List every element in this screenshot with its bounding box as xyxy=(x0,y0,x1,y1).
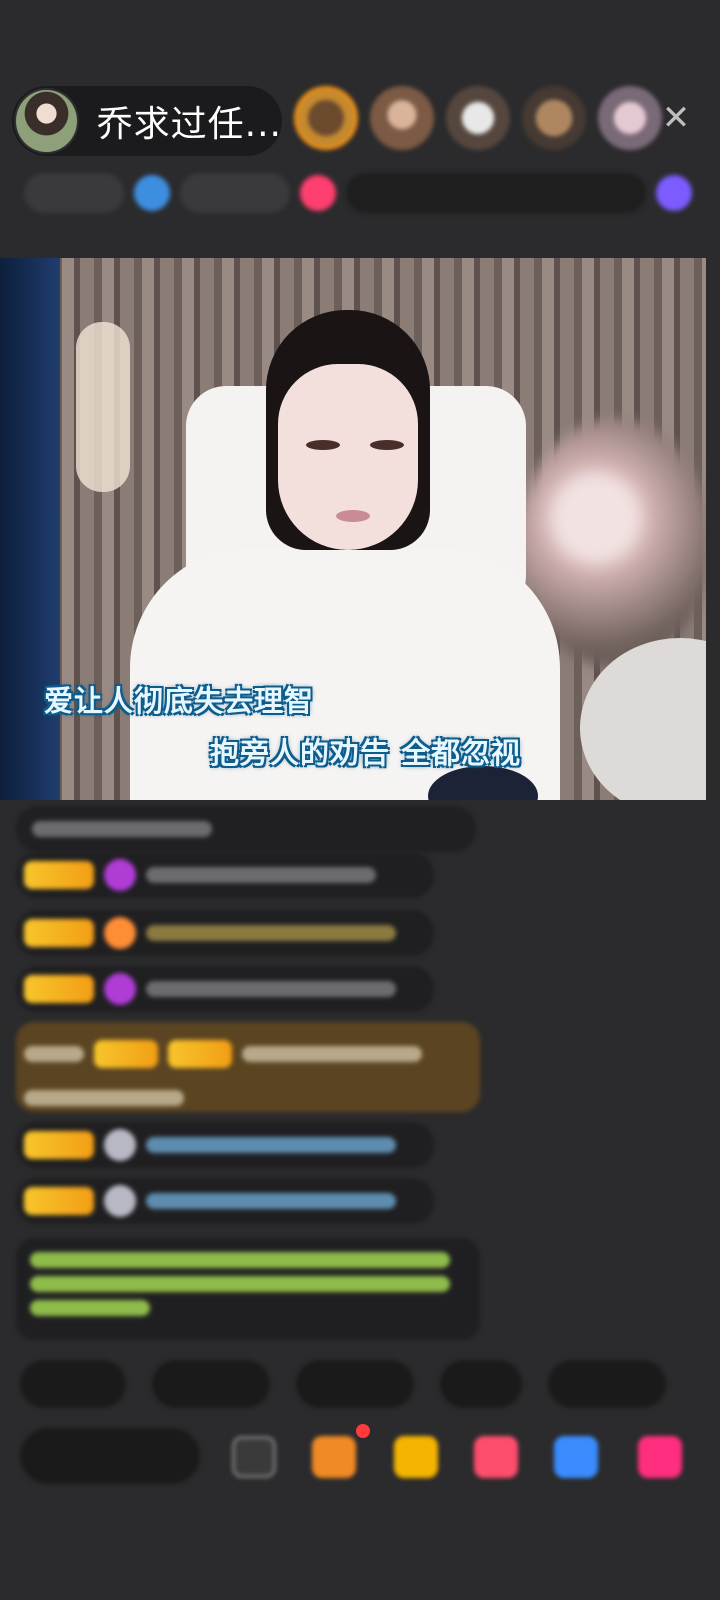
message-text xyxy=(146,867,376,883)
user-avatar xyxy=(104,1129,136,1161)
lyric-line: 爱让人彻底失去理智 xyxy=(44,684,315,718)
rank-chip[interactable] xyxy=(24,173,124,213)
video-stream[interactable]: 爱让人彻底失去理智 抱旁人的劝告 全都忽视 xyxy=(0,258,706,800)
chat-message-highlight[interactable] xyxy=(16,1022,480,1112)
user-avatar xyxy=(104,1185,136,1217)
level-badge xyxy=(94,1040,158,1068)
gem-icon xyxy=(104,973,136,1005)
gift-box-icon[interactable] xyxy=(312,1436,356,1478)
notice-text xyxy=(30,1300,150,1316)
streamer-lips xyxy=(336,510,370,522)
lyric-line: 抱旁人的劝告 全都忽视 xyxy=(210,736,522,770)
level-badge xyxy=(24,861,94,889)
level-badge xyxy=(24,1187,94,1215)
message-text xyxy=(24,1046,84,1062)
badge-icon xyxy=(656,175,692,211)
more-gifts-icon[interactable] xyxy=(638,1436,682,1478)
chat-message[interactable] xyxy=(16,1122,434,1168)
chat-message[interactable] xyxy=(16,1178,434,1224)
viewer-avatar[interactable] xyxy=(294,86,358,150)
notice-text xyxy=(30,1252,450,1268)
quick-reply-chip[interactable] xyxy=(548,1360,666,1408)
system-notice[interactable] xyxy=(16,1238,480,1340)
rank-info-row xyxy=(24,170,692,216)
message-text xyxy=(242,1046,422,1062)
close-icon[interactable]: ✕ xyxy=(658,100,694,136)
quick-reply-chip[interactable] xyxy=(440,1360,522,1408)
chat-message[interactable] xyxy=(16,806,476,852)
message-text xyxy=(146,1193,396,1209)
heart-gift-icon[interactable] xyxy=(474,1436,518,1478)
streamer-eye xyxy=(306,440,340,450)
message-text xyxy=(146,925,396,941)
chat-message[interactable] xyxy=(16,852,434,898)
badge-icon xyxy=(134,175,170,211)
notification-dot xyxy=(356,1424,370,1438)
fan-badge-icon xyxy=(104,917,136,949)
message-text xyxy=(24,1090,184,1106)
chat-message[interactable] xyxy=(16,910,434,956)
viewer-avatar[interactable] xyxy=(522,86,586,150)
level-badge xyxy=(24,975,94,1003)
message-text xyxy=(146,1137,396,1153)
host-name: 乔求过任... xyxy=(96,104,282,145)
message-text xyxy=(32,821,212,837)
message-text xyxy=(146,981,396,997)
quick-reply-row xyxy=(20,1360,666,1408)
quick-reply-chip[interactable] xyxy=(296,1360,414,1408)
quick-reply-chip[interactable] xyxy=(20,1360,126,1408)
top-viewers-strip xyxy=(294,86,662,150)
bottom-toolbar xyxy=(20,1424,720,1484)
game-icon[interactable] xyxy=(554,1436,598,1478)
level-badge xyxy=(24,1131,94,1159)
host-info-pill[interactable]: 乔求过任... xyxy=(12,86,282,156)
live-stream-screen: 乔求过任... ✕ 爱让人彻底失去理智 抱旁人的劝告 全都忽视 xyxy=(0,0,720,1600)
rank-chip[interactable] xyxy=(180,173,290,213)
hour-rank-banner[interactable] xyxy=(346,173,646,213)
viewer-avatar[interactable] xyxy=(446,86,510,150)
viewer-avatar[interactable] xyxy=(598,86,662,150)
viewer-avatar[interactable] xyxy=(370,86,434,150)
streamer-figure xyxy=(130,298,560,800)
quick-reply-chip[interactable] xyxy=(152,1360,270,1408)
lamp xyxy=(76,322,130,492)
gem-icon xyxy=(104,859,136,891)
streamer-eye xyxy=(370,440,404,450)
badge-icon xyxy=(300,175,336,211)
comment-input[interactable] xyxy=(20,1428,200,1484)
emoji-icon[interactable] xyxy=(232,1436,276,1478)
level-badge xyxy=(24,919,94,947)
notice-text xyxy=(30,1276,450,1292)
streamer-face xyxy=(278,364,418,550)
chat-message[interactable] xyxy=(16,966,434,1012)
coin-icon[interactable] xyxy=(394,1436,438,1478)
level-badge xyxy=(168,1040,232,1068)
host-avatar[interactable] xyxy=(14,88,79,154)
